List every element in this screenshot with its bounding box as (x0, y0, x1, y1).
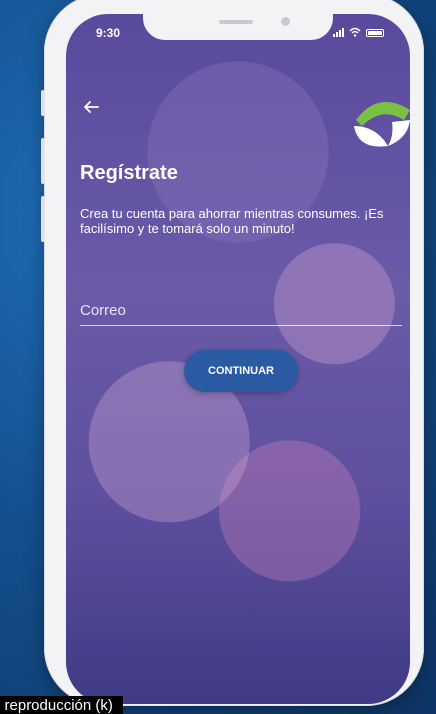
back-button[interactable] (80, 96, 102, 118)
phone-volume-down (41, 196, 45, 242)
continue-button[interactable]: CONTINUAR (184, 350, 298, 392)
front-camera (281, 17, 290, 26)
phone-side-button (41, 90, 45, 116)
status-time: 9:30 (96, 26, 121, 40)
wifi-icon (349, 27, 361, 37)
speaker-grille (219, 20, 253, 24)
phone-volume-up (41, 138, 45, 184)
battery-icon (366, 29, 384, 37)
page-title: Regístrate (80, 162, 178, 184)
video-caption: e reproducción (k) (0, 696, 123, 714)
signal-icon (333, 28, 344, 37)
email-field[interactable] (80, 298, 402, 326)
phone-notch (143, 14, 333, 40)
arrow-left-icon (84, 101, 99, 113)
status-icons (333, 27, 384, 37)
brand-logo (354, 102, 410, 147)
app-screen: 9:30 Regístrate Crea tu cuenta para ahor… (66, 14, 410, 704)
page-description: Crea tu cuenta para ahorrar mientras con… (80, 206, 384, 236)
